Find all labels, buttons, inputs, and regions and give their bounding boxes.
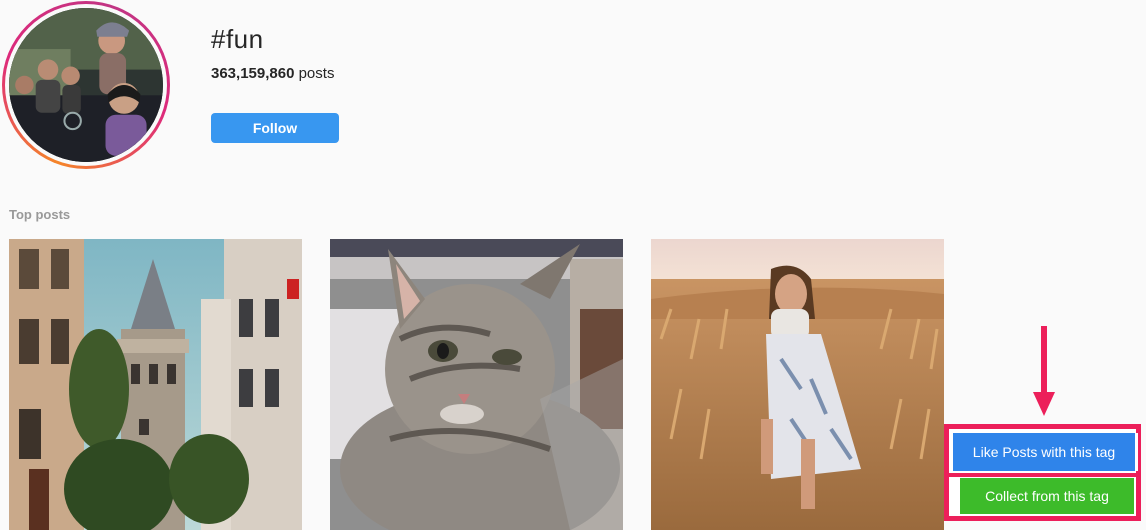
extension-divider bbox=[949, 473, 1136, 477]
post-count-number: 363,159,860 bbox=[211, 65, 295, 82]
top-posts-heading: Top posts bbox=[9, 207, 71, 222]
post-count: 363,159,860 posts bbox=[211, 65, 334, 82]
top-post-1[interactable] bbox=[9, 239, 302, 530]
follow-button[interactable]: Follow bbox=[211, 113, 339, 143]
post-2-image bbox=[330, 239, 623, 530]
hashtag-avatar[interactable] bbox=[2, 1, 170, 169]
avatar-photo bbox=[9, 8, 163, 162]
like-posts-button[interactable]: Like Posts with this tag bbox=[953, 433, 1138, 471]
collect-tag-button[interactable]: Collect from this tag bbox=[960, 478, 1134, 514]
top-post-2[interactable] bbox=[330, 239, 623, 530]
post-1-image bbox=[9, 239, 302, 530]
arrow-down-icon bbox=[1033, 326, 1055, 416]
post-count-suffix: posts bbox=[294, 65, 335, 82]
post-3-image bbox=[651, 239, 944, 530]
avatar-photo-graphic bbox=[9, 8, 163, 162]
avatar-inner-ring bbox=[5, 4, 167, 166]
top-post-3[interactable] bbox=[651, 239, 944, 530]
extension-panel: Like Posts with this tag Collect from th… bbox=[944, 424, 1141, 521]
hashtag-title: #fun bbox=[211, 24, 264, 54]
